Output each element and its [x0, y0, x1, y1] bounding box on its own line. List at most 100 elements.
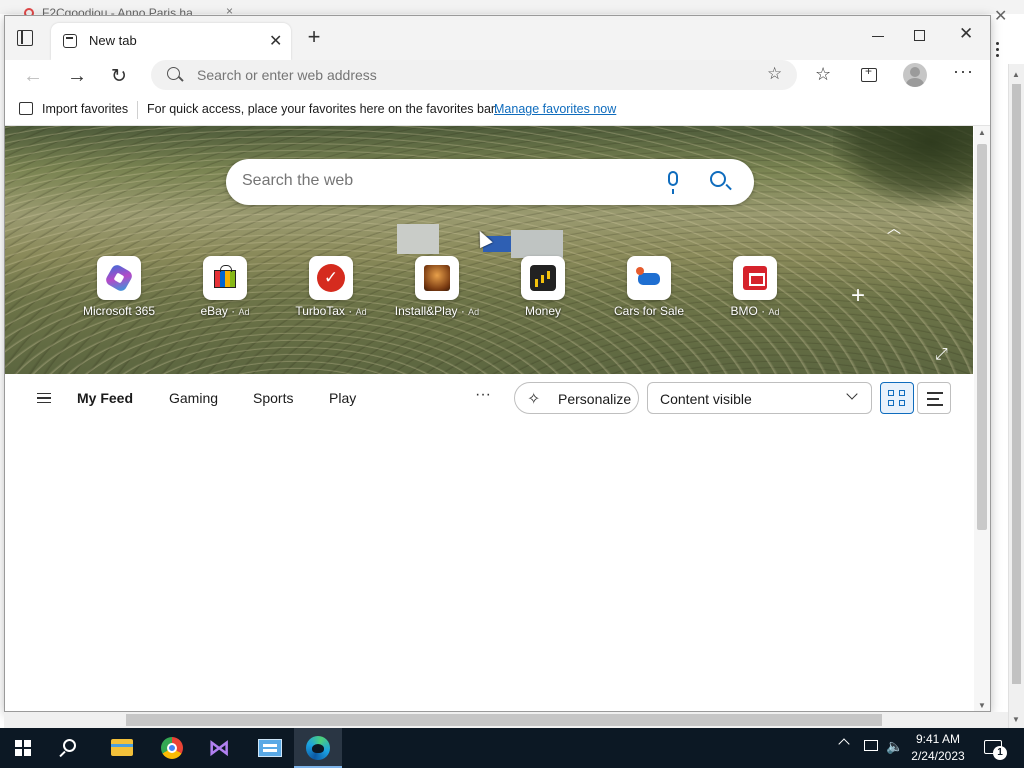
back-arrow-icon[interactable]: ← [23, 65, 43, 88]
quick-link-tile[interactable]: eBay · Ad [175, 256, 275, 326]
import-favorites-button[interactable]: Import favorites [42, 102, 128, 116]
tab-actions-icon[interactable] [17, 30, 33, 46]
quick-link-tile[interactable]: Install&Play · Ad [387, 256, 487, 326]
grid-layout-button[interactable] [880, 382, 914, 414]
tile-label: TurboTax · Ad [295, 304, 367, 318]
taskbar-search-icon[interactable] [63, 739, 76, 752]
scroll-up-arrow-icon[interactable]: ▲ [978, 128, 986, 137]
clock-date[interactable]: 2/24/2023 [900, 749, 976, 763]
new-tab-button[interactable]: + [301, 25, 327, 51]
clock-time[interactable]: 9:41 AM [900, 732, 976, 746]
quick-link-tile[interactable]: Microsoft 365 [69, 256, 169, 326]
personalize-button[interactable]: ✧ Personalize [514, 382, 639, 414]
tile-label: Microsoft 365 [59, 304, 179, 318]
taskbar-control-panel[interactable] [246, 728, 294, 768]
navigation-toolbar: ← → ↻ ☆ ☆ ··· [5, 60, 990, 96]
refresh-icon[interactable]: ↻ [111, 65, 127, 88]
horizontal-scrollbar[interactable] [4, 712, 1008, 728]
collections-icon[interactable] [861, 64, 877, 82]
tile-icon-box: ✓ [309, 256, 353, 300]
tile-label: Money [483, 304, 603, 318]
import-icon[interactable] [19, 102, 33, 115]
scroll-up-arrow-icon[interactable]: ▲ [1012, 70, 1020, 79]
scroll-down-arrow-icon[interactable]: ▼ [978, 701, 986, 710]
tile-icon-box [415, 256, 459, 300]
web-search-box[interactable] [226, 159, 754, 205]
hero-trees [833, 126, 973, 206]
content-visibility-value: Content visible [660, 391, 752, 407]
windows-start-icon[interactable] [15, 740, 31, 756]
background-scrollbar[interactable]: ▲ ▼ [1008, 64, 1024, 728]
menu-icon[interactable] [37, 393, 51, 403]
bmo-logo-icon [743, 266, 767, 290]
background-scrollbar-thumb[interactable] [1012, 84, 1021, 684]
taskbar-visual-studio[interactable]: ⋈ [196, 728, 244, 768]
web-search-input[interactable] [242, 172, 642, 190]
minimize-button[interactable] [867, 24, 891, 48]
microphone-icon[interactable] [668, 171, 678, 194]
list-icon [927, 392, 943, 394]
taskbar-edge[interactable] [294, 728, 342, 768]
edge-window: New tab ✕ + ✕ ← → ↻ ☆ ☆ ··· Import favor… [4, 15, 991, 712]
quick-link-tile[interactable]: Cars for Sale [599, 256, 699, 326]
quick-link-tile[interactable]: Money [493, 256, 593, 326]
add-favorite-star-icon[interactable]: ☆ [767, 64, 782, 84]
content-visibility-dropdown[interactable]: Content visible [647, 382, 872, 414]
profile-avatar[interactable] [903, 63, 927, 87]
grid-icon [899, 390, 905, 396]
quick-link-tile[interactable]: BMO · Ad [705, 256, 805, 326]
personalize-star-icon: ✧ [527, 391, 541, 408]
page-scrollbar-thumb[interactable] [977, 144, 987, 530]
forward-arrow-icon[interactable]: → [67, 65, 87, 88]
feed-navigation-bar: My Feed Gaming Sports Play ··· ✧ Persona… [5, 374, 973, 426]
tile-label-text: TurboTax [295, 304, 345, 318]
network-icon[interactable] [864, 740, 878, 751]
tab-sports[interactable]: Sports [253, 390, 293, 406]
page-scrollbar[interactable]: ▲ ▼ [974, 126, 990, 711]
settings-more-icon[interactable]: ··· [953, 61, 974, 82]
address-input[interactable] [197, 67, 697, 83]
tab-gaming[interactable]: Gaming [169, 390, 218, 406]
tab-play[interactable]: Play [329, 390, 356, 406]
taskbar-chrome[interactable] [148, 728, 196, 768]
expand-icon[interactable]: ⤢ [935, 346, 948, 364]
tab-close-icon[interactable]: ✕ [269, 31, 282, 51]
horizontal-scrollbar-thumb[interactable] [126, 714, 882, 726]
list-layout-button[interactable] [917, 382, 951, 414]
tile-label-text: Microsoft 365 [82, 304, 156, 318]
turbotax-check-icon: ✓ [317, 264, 345, 292]
tile-label-text: eBay [200, 304, 228, 318]
taskbar-file-explorer[interactable] [98, 728, 146, 768]
tile-label: BMO · Ad [730, 304, 780, 318]
new-tab-page-icon [63, 34, 77, 48]
grid-icon [888, 400, 894, 406]
collapse-caret-icon[interactable]: ︿ [887, 218, 901, 238]
install-play-game-icon [424, 265, 450, 291]
ebay-bag-icon [214, 265, 236, 288]
add-site-icon[interactable]: + [851, 282, 865, 310]
new-tab-background-image: ︿ + ⤢ Microsoft 365 eBay · Ad ✓ TurboTax… [5, 126, 973, 374]
more-tabs-button[interactable]: ··· [475, 386, 491, 404]
chrome-icon [161, 737, 183, 759]
tab-my-feed[interactable]: My Feed [77, 390, 133, 406]
quick-link-tile[interactable]: ✓ TurboTax · Ad [281, 256, 381, 326]
scroll-down-arrow-icon[interactable]: ▼ [1012, 715, 1020, 724]
background-window-close-icon[interactable]: ✕ [994, 6, 1007, 26]
favorites-divider [137, 101, 138, 119]
search-submit-icon[interactable] [710, 171, 726, 187]
favorites-star-icon[interactable]: ☆ [815, 64, 831, 85]
manage-favorites-link[interactable]: Manage favorites now [494, 102, 616, 116]
grid-icon [888, 390, 894, 396]
maximize-button[interactable] [914, 30, 925, 41]
tab-new-tab[interactable]: New tab ✕ [51, 23, 291, 60]
address-bar[interactable]: ☆ [151, 60, 797, 90]
tab-title: New tab [89, 33, 137, 48]
favorites-bar: Import favorites For quick access, place… [5, 96, 990, 126]
show-hidden-icons-chevron-icon[interactable] [838, 738, 850, 750]
tile-icon-box [203, 256, 247, 300]
background-more-icon[interactable] [996, 42, 1000, 60]
search-icon [167, 67, 180, 80]
hero-house [511, 230, 563, 258]
close-window-button[interactable]: ✕ [959, 24, 973, 44]
tab-bar: New tab ✕ + ✕ [5, 16, 990, 60]
